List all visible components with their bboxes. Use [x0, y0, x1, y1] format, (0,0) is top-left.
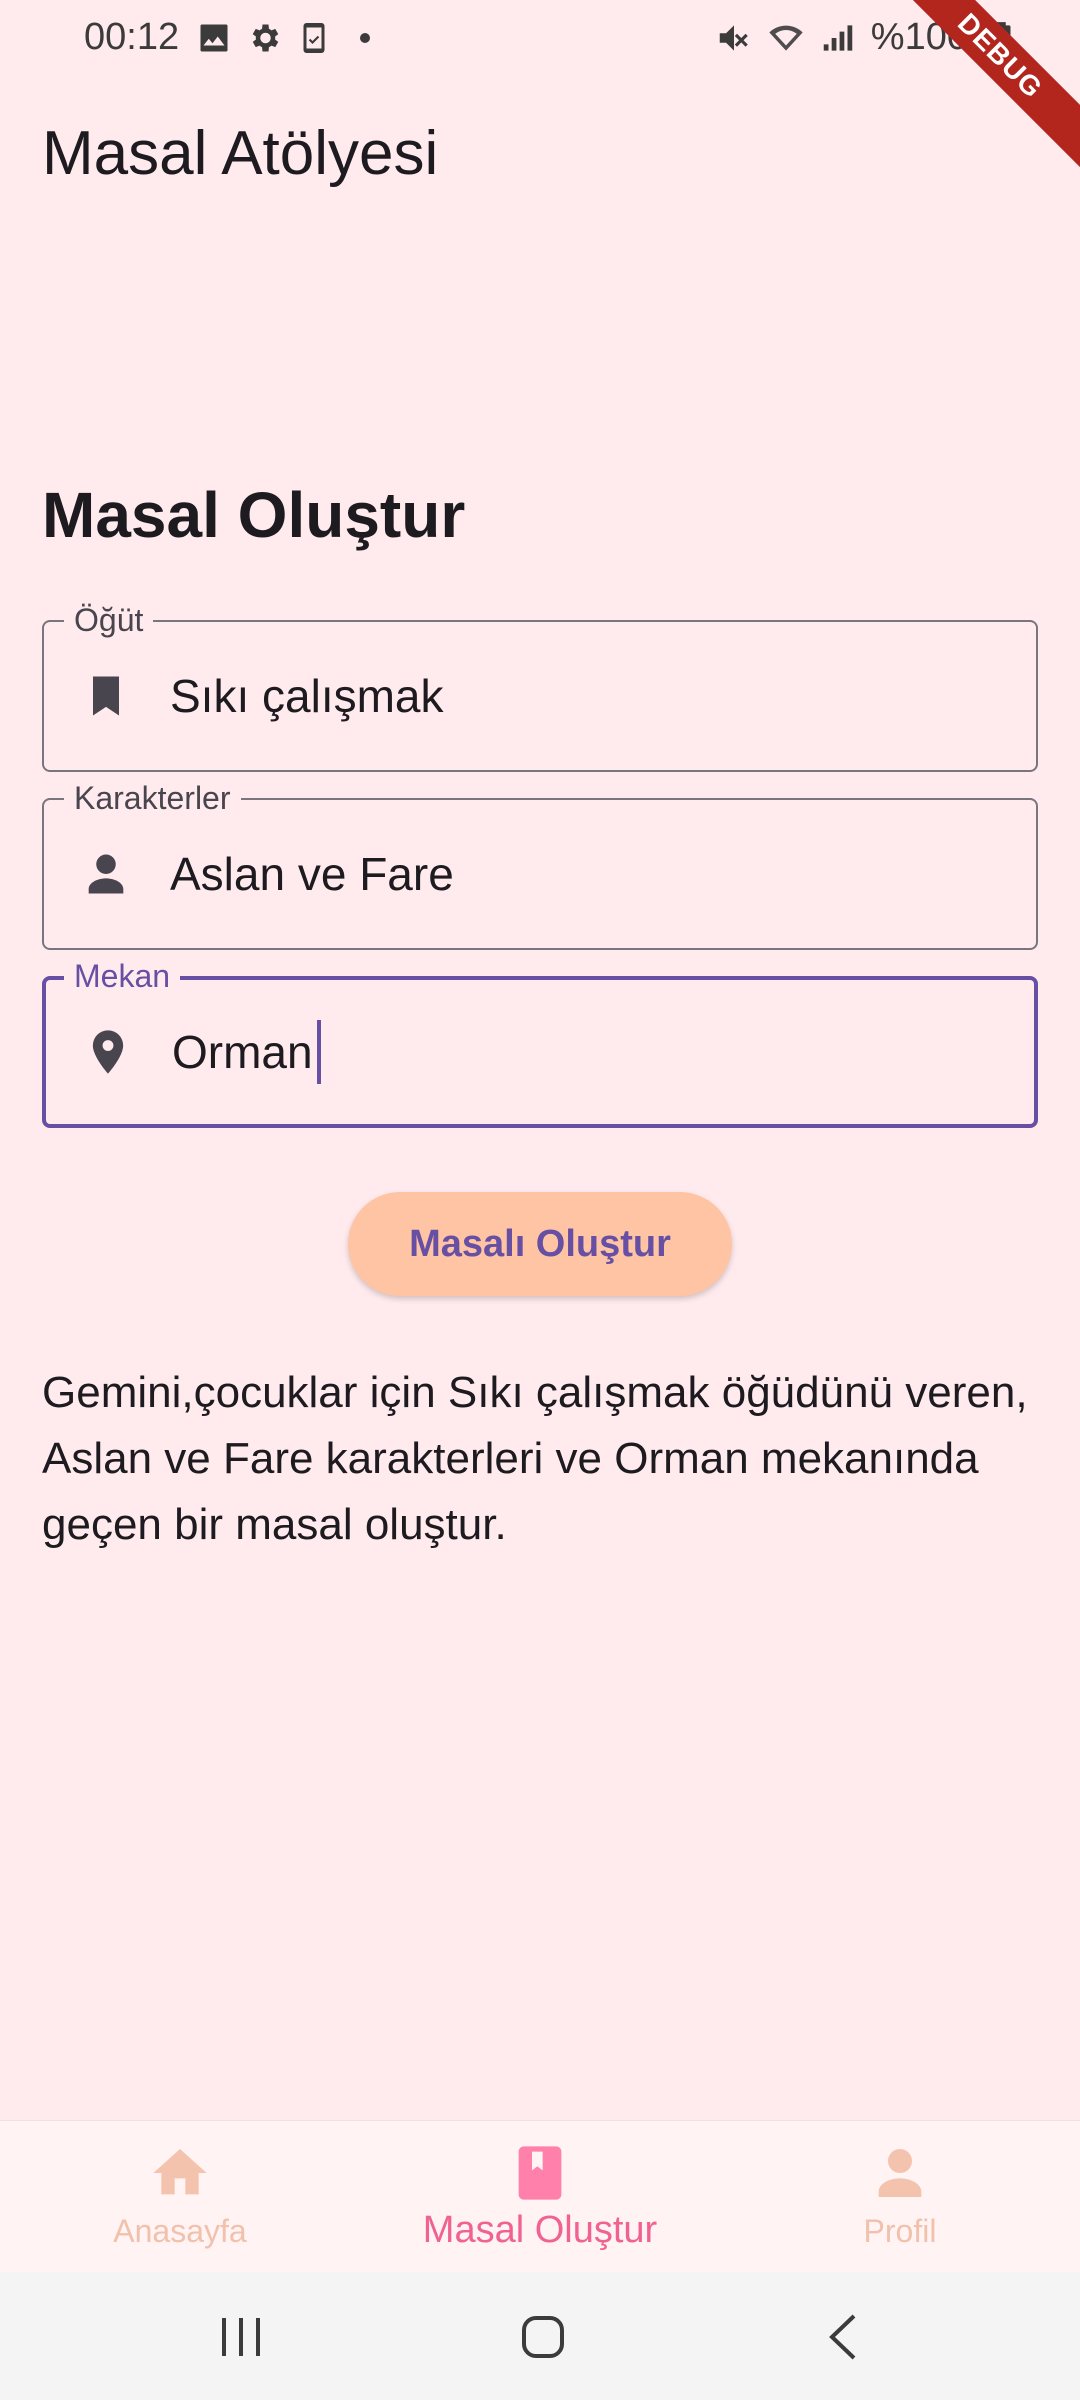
wifi-icon [769, 25, 803, 51]
person-icon [88, 854, 124, 894]
place-field-label: Mekan [64, 956, 181, 996]
status-time: 00:12 [84, 16, 180, 58]
system-navigation-bar [0, 2272, 1080, 2400]
home-icon [153, 2149, 207, 2195]
prompt-preview-text: Gemini,çocuklar için Sıkı çalışmak öğüdü… [42, 1368, 1028, 1549]
location-pin-icon [92, 1030, 124, 1074]
back-chevron-icon [829, 2314, 856, 2360]
place-field[interactable]: Mekan Orman [42, 956, 1038, 1128]
status-bar: 00:12 %100 [0, 0, 1080, 78]
place-input[interactable]: Orman [172, 1020, 321, 1084]
advice-input[interactable]: Sıkı çalışmak [170, 669, 444, 723]
recent-apps-icon [222, 2318, 260, 2356]
advice-field[interactable]: Öğüt Sıkı çalışmak [42, 600, 1038, 772]
nav-item-create-tale-label: Masal Oluştur [422, 2209, 658, 2251]
person-icon [878, 2149, 922, 2197]
back-button[interactable] [810, 2302, 880, 2372]
status-dot-icon [360, 33, 370, 43]
recent-apps-button[interactable] [206, 2302, 276, 2372]
nav-item-profile[interactable]: Profil [720, 2121, 1080, 2273]
home-circle-icon [522, 2316, 564, 2358]
create-tale-button[interactable]: Masalı Oluştur [348, 1192, 732, 1296]
advice-field-label: Öğüt [64, 600, 154, 640]
status-notification-icons [196, 20, 370, 56]
clipboard-check-icon [303, 23, 325, 53]
nav-item-profile-label: Profil [863, 2213, 937, 2249]
text-caret [316, 1020, 321, 1084]
bottom-navigation: Anasayfa Masal Oluştur Profil [0, 2120, 1080, 2272]
app-title: Masal Atölyesi [42, 119, 439, 188]
bookmark-icon [93, 676, 119, 716]
signal-icon [823, 24, 853, 51]
nav-item-home-label: Anasayfa [113, 2213, 247, 2249]
page-title: Masal Oluştur [42, 479, 466, 551]
nav-item-home[interactable]: Anasayfa [0, 2121, 360, 2273]
home-button[interactable] [508, 2302, 578, 2372]
characters-field-label: Karakterler [64, 778, 241, 818]
gallery-icon [200, 24, 228, 52]
nav-item-create-tale[interactable]: Masal Oluştur [360, 2121, 720, 2273]
characters-input[interactable]: Aslan ve Fare [170, 847, 454, 901]
characters-field[interactable]: Karakterler Aslan ve Fare [42, 778, 1038, 950]
gear-icon [252, 24, 279, 52]
place-input-text: Orman [172, 1026, 313, 1078]
mute-icon [719, 24, 748, 51]
book-icon [518, 2146, 562, 2200]
